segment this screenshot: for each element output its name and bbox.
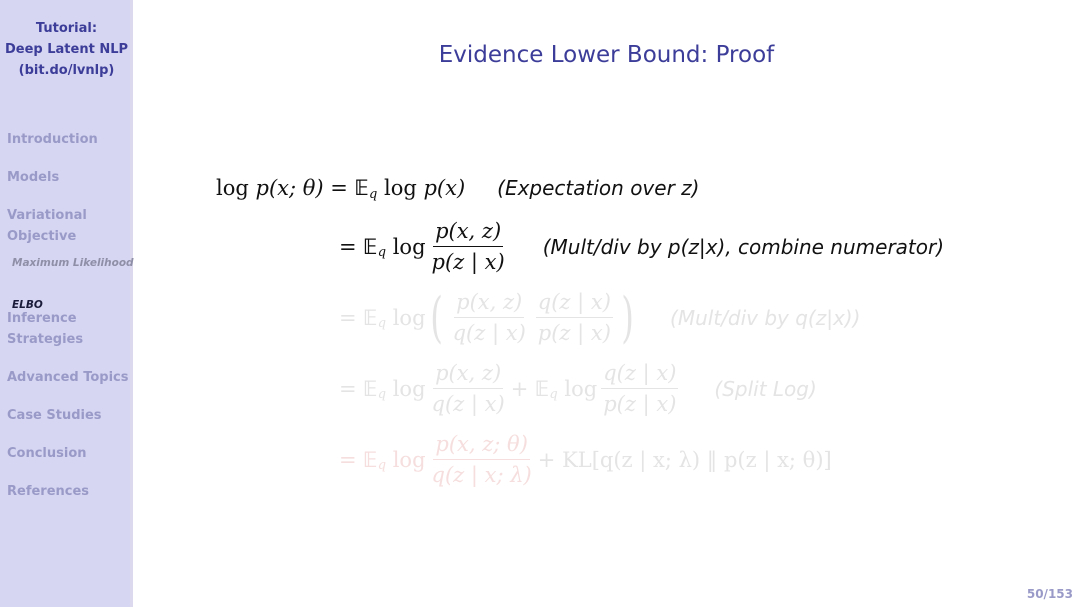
math-numerator: q(z | x) (535, 290, 613, 318)
sidebar-item-references[interactable]: References (7, 481, 89, 502)
sidebar-item-introduction[interactable]: Introduction (7, 129, 98, 150)
sidebar-item-conclusion[interactable]: Conclusion (7, 443, 87, 464)
sidebar-item-label: Inference (7, 311, 77, 326)
math-expectation: 𝔼 (363, 447, 378, 472)
math-log: log (564, 376, 598, 401)
math-lhs: p(x; θ) (255, 176, 324, 200)
equation-line-5: = 𝔼q log p(x, z; θ) q(z | x; λ) + KL[q(z … (339, 432, 832, 487)
math-denominator: p(z | x) (603, 392, 677, 416)
math-numerator: q(z | x) (601, 361, 679, 389)
math-subscript: q (377, 316, 387, 331)
sidebar-item-variational-objective[interactable]: Variational Objective (7, 205, 87, 247)
math-fraction: p(x, z) q(z | x) (430, 361, 507, 416)
math-subscript: q (549, 387, 558, 402)
math-subscript: q (368, 186, 378, 202)
sidebar-item-models[interactable]: Models (7, 167, 59, 188)
right-paren: ) (621, 285, 634, 349)
sidebar-title-line: (bit.do/lvnlp) (18, 63, 115, 78)
math-log: log (392, 376, 426, 401)
equation-note: (Mult/div by q(z|x)) (670, 305, 861, 330)
math-subscript: q (377, 245, 387, 260)
math-subscript: q (377, 458, 387, 473)
math-denominator: p(z | x) (537, 321, 611, 345)
math-term: p(x) (423, 176, 466, 200)
equation-line-4: = 𝔼q log p(x, z) q(z | x) + 𝔼q log q(z | … (339, 361, 817, 416)
sidebar-item-case-studies[interactable]: Case Studies (7, 405, 102, 426)
sidebar-item-label: Variational (7, 208, 87, 223)
sidebar-title[interactable]: Tutorial: Deep Latent NLP (bit.do/lvnlp) (0, 18, 133, 81)
math-fraction: q(z | x) p(z | x) (601, 361, 679, 416)
equation-note: (Mult/div by p(z|x), combine numerator) (542, 234, 945, 259)
math-expectation: 𝔼 (363, 234, 378, 259)
math-fraction: p(x, z) q(z | x) (451, 290, 528, 345)
math-equals: = (339, 376, 357, 401)
left-paren: ( (429, 285, 443, 349)
equation-line-3: = 𝔼q log ( p(x, z) q(z | x) q(z | x) p(z |… (339, 290, 860, 345)
math-log: log (392, 305, 426, 330)
math-log: log (392, 234, 426, 259)
math-equals: = (339, 234, 357, 259)
math-log: log (383, 176, 417, 200)
math-numerator: p(x, z) (433, 361, 504, 389)
sidebar-title-line: Deep Latent NLP (4, 42, 129, 57)
math-numerator: p(x, z) (433, 219, 504, 247)
sidebar-title-line: Tutorial: (35, 21, 98, 36)
math-denominator: q(z | x) (431, 392, 505, 416)
equation-note: (Expectation over z) (497, 176, 700, 200)
math-denominator: q(z | x; λ) (431, 463, 532, 487)
math-expectation: 𝔼 (363, 376, 378, 401)
sidebar-item-advanced-topics[interactable]: Advanced Topics (7, 367, 129, 388)
equation-note: (Split Log) (714, 376, 817, 401)
math-plus: + (510, 376, 529, 401)
sidebar-item-label: Objective (7, 229, 77, 244)
math-numerator: p(x, z) (454, 290, 525, 318)
math-expectation: 𝔼 (535, 376, 550, 401)
equation-line-2: = 𝔼q log p(x, z) p(z | x) (Mult/div by p(… (339, 219, 944, 274)
math-expectation: 𝔼 (363, 305, 378, 330)
math-subscript: q (377, 387, 387, 402)
math-log: log (216, 176, 249, 200)
math-fraction: q(z | x) p(z | x) (535, 290, 613, 345)
math-equals: = (339, 305, 357, 330)
sidebar-subitem-maximum-likelihood[interactable]: Maximum Likelihood (12, 253, 145, 274)
math-numerator: p(x, z; θ) (433, 432, 530, 460)
math-denominator: p(z | x) (431, 250, 505, 274)
math-equals: = (339, 447, 357, 472)
math-kl-term: KL[q(z | x; λ) ‖ p(z | x; θ)] (562, 447, 832, 472)
math-expectation: 𝔼 (354, 176, 369, 200)
math-equals: = (330, 176, 348, 200)
equation-line-1: log p(x; θ) = 𝔼q log p(x) (Expectation o… (216, 176, 700, 202)
sidebar-item-inference-strategies[interactable]: Inference Strategies (7, 308, 83, 350)
page-number: 50/153 (1026, 587, 1073, 601)
math-plus: + (537, 447, 556, 472)
math-fraction: p(x, z) p(z | x) (430, 219, 507, 274)
math-log: log (392, 447, 426, 472)
sidebar: Tutorial: Deep Latent NLP (bit.do/lvnlp)… (0, 0, 134, 607)
slide-title: Evidence Lower Bound: Proof (438, 42, 775, 68)
math-denominator: q(z | x) (452, 321, 526, 345)
sidebar-item-label: Strategies (7, 332, 84, 347)
math-fraction: p(x, z; θ) q(z | x; λ) (430, 432, 534, 487)
